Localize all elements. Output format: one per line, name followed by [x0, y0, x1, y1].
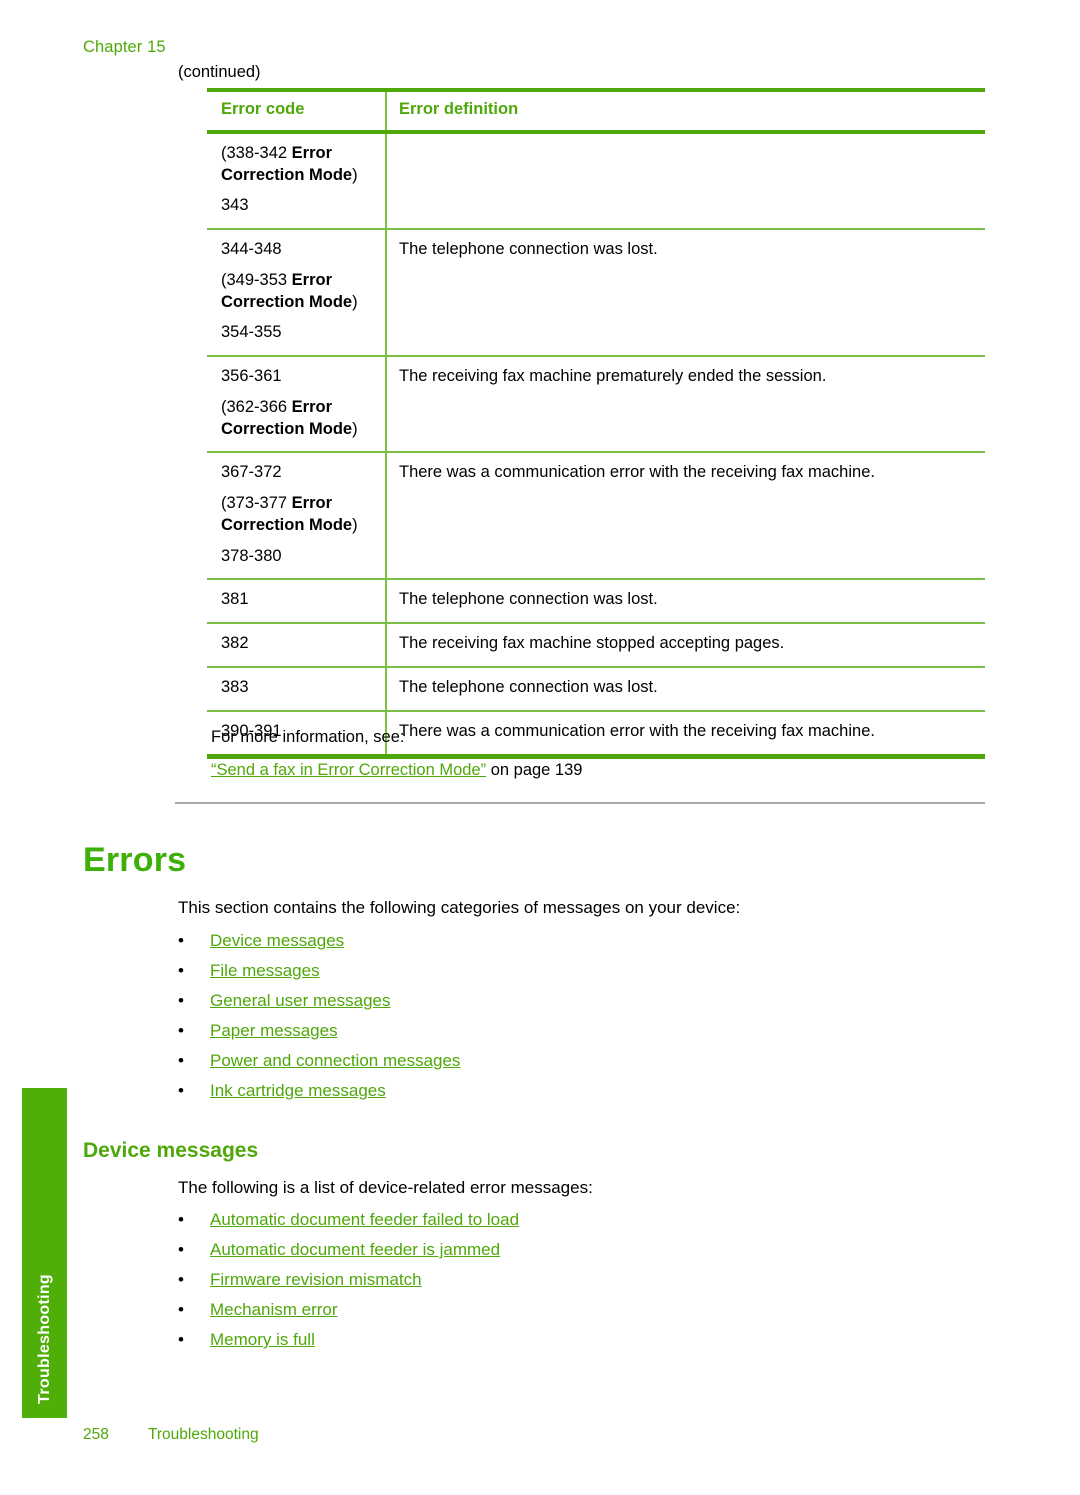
- list-item-link[interactable]: General user messages: [210, 991, 390, 1011]
- cross-reference-link[interactable]: “Send a fax in Error Correction Mode”: [211, 761, 486, 779]
- list-item: • Firmware revision mismatch: [178, 1270, 519, 1300]
- list-item: • Ink cartridge messages: [178, 1081, 460, 1111]
- list-item-link[interactable]: Paper messages: [210, 1021, 338, 1041]
- list-item: • Automatic document feeder failed to loa…: [178, 1210, 519, 1240]
- device-messages-link-list: • Automatic document feeder failed to loa…: [178, 1210, 519, 1360]
- footer-page-number: 258: [83, 1426, 109, 1443]
- section-divider: [175, 802, 985, 804]
- column-header-error-code: Error code: [221, 100, 305, 118]
- error-code-line: 344-348: [221, 240, 282, 259]
- error-code-line: 367-372: [221, 463, 282, 482]
- cell-error-code: 382: [207, 624, 385, 666]
- cross-reference-page: on page 139: [486, 761, 583, 779]
- bullet-icon: •: [178, 1270, 184, 1289]
- error-code-table: Error code Error definition (338-342 Err…: [207, 88, 985, 759]
- error-code-line: 378-380: [221, 546, 282, 565]
- cell-error-definition: The telephone connection was lost.: [399, 678, 658, 697]
- column-header-error-definition: Error definition: [399, 100, 519, 118]
- error-code-line: 343: [221, 196, 249, 215]
- error-code-line: 356-361: [221, 367, 282, 386]
- bullet-icon: •: [178, 961, 184, 980]
- heading-device-messages: Device messages: [83, 1139, 259, 1162]
- table-row: 367-372 (373-377 Error Correction Mode) 37…: [207, 453, 985, 579]
- list-item-link[interactable]: Automatic document feeder failed to load: [210, 1210, 519, 1230]
- cell-error-definition: The receiving fax machine stopped accept…: [399, 634, 785, 653]
- table-row: 382 The receiving fax machine stopped acc…: [207, 624, 985, 666]
- list-item: • Device messages: [178, 931, 460, 961]
- section-side-tab: Troubleshooting: [22, 1088, 67, 1418]
- side-tab-label: Troubleshooting: [35, 1274, 53, 1404]
- list-item: • File messages: [178, 961, 460, 991]
- chapter-label: Chapter 15: [83, 38, 166, 56]
- list-item-link[interactable]: Firmware revision mismatch: [210, 1270, 422, 1290]
- cell-error-definition: The telephone connection was lost.: [399, 240, 658, 259]
- cell-error-code: (338-342 Error Correction Mode) 343: [207, 134, 385, 228]
- footer-section-name: Troubleshooting: [148, 1426, 259, 1443]
- table-header-row: Error code Error definition: [207, 92, 985, 130]
- table-bottom-rule: [207, 753, 985, 759]
- cell-error-code: 367-372 (373-377 Error Correction Mode) 37…: [207, 453, 385, 578]
- cross-reference: “Send a fax in Error Correction Mode” on…: [211, 761, 582, 780]
- cell-error-definition: [385, 134, 985, 228]
- list-item-link[interactable]: Device messages: [210, 931, 344, 951]
- bullet-icon: •: [178, 991, 184, 1010]
- bullet-icon: •: [178, 1051, 184, 1070]
- bullet-icon: •: [178, 1210, 184, 1229]
- bullet-icon: •: [178, 1240, 184, 1259]
- list-item-link[interactable]: Ink cartridge messages: [210, 1081, 386, 1101]
- cell-error-definition: The receiving fax machine prematurely en…: [399, 367, 827, 386]
- bullet-icon: •: [178, 1081, 184, 1100]
- cell-error-code: 344-348 (349-353 Error Correction Mode) 35…: [207, 230, 385, 355]
- table-row: 344-348 (349-353 Error Correction Mode) 35…: [207, 230, 985, 356]
- cell-error-definition: There was a communication error with the…: [399, 463, 875, 482]
- bullet-icon: •: [178, 1021, 184, 1040]
- list-item-link[interactable]: File messages: [210, 961, 320, 981]
- list-item-link[interactable]: Automatic document feeder is jammed: [210, 1240, 500, 1260]
- list-item-link[interactable]: Power and connection messages: [210, 1051, 460, 1071]
- table-row: 381 The telephone connection was lost.: [207, 580, 985, 623]
- table-row: 383 The telephone connection was lost.: [207, 668, 985, 710]
- device-messages-intro-text: The following is a list of device-relate…: [178, 1178, 593, 1197]
- error-code-line: (349-353 Error Correction Mode): [221, 270, 358, 311]
- table-body: (338-342 Error Correction Mode) 343 344-34…: [207, 133, 985, 754]
- error-code-line: (373-377 Error Correction Mode): [221, 494, 358, 534]
- list-item: • Mechanism error: [178, 1300, 519, 1330]
- list-item: • Automatic document feeder is jammed: [178, 1240, 519, 1270]
- list-item: • Memory is full: [178, 1330, 519, 1360]
- page-title-errors: Errors: [83, 841, 187, 879]
- list-item-link[interactable]: Mechanism error: [210, 1300, 338, 1320]
- bullet-icon: •: [178, 1300, 184, 1319]
- cell-error-code: 356-361 (362-366 Error Correction Mode): [207, 357, 385, 451]
- errors-intro-text: This section contains the following cate…: [178, 898, 741, 917]
- for-more-information-label: For more information, see:: [211, 728, 405, 746]
- bullet-icon: •: [178, 931, 184, 950]
- list-item: • General user messages: [178, 991, 460, 1021]
- bullet-icon: •: [178, 1330, 184, 1349]
- list-item: • Paper messages: [178, 1021, 460, 1051]
- error-code-line: 354-355: [221, 323, 282, 342]
- table-row: (338-342 Error Correction Mode) 343: [207, 133, 985, 229]
- cell-error-code: 383: [207, 668, 385, 710]
- error-code-line: (338-342 Error Correction Mode): [221, 143, 358, 184]
- error-code-line: 383: [221, 678, 249, 697]
- cell-error-definition: There was a communication error with the…: [399, 721, 875, 740]
- error-code-line: 381: [221, 590, 249, 609]
- error-code-line: (362-366 Error Correction Mode): [221, 397, 358, 438]
- cell-error-code: 381: [207, 580, 385, 622]
- table-continued-label: (continued): [178, 63, 261, 81]
- table-row: 356-361 (362-366 Error Correction Mode) Th…: [207, 357, 985, 452]
- list-item-link[interactable]: Memory is full: [210, 1330, 315, 1350]
- cell-error-definition: The telephone connection was lost.: [399, 590, 658, 609]
- errors-link-list: • Device messages • File messages • General u…: [178, 931, 460, 1111]
- error-code-line: 382: [221, 634, 249, 653]
- list-item: • Power and connection messages: [178, 1051, 460, 1081]
